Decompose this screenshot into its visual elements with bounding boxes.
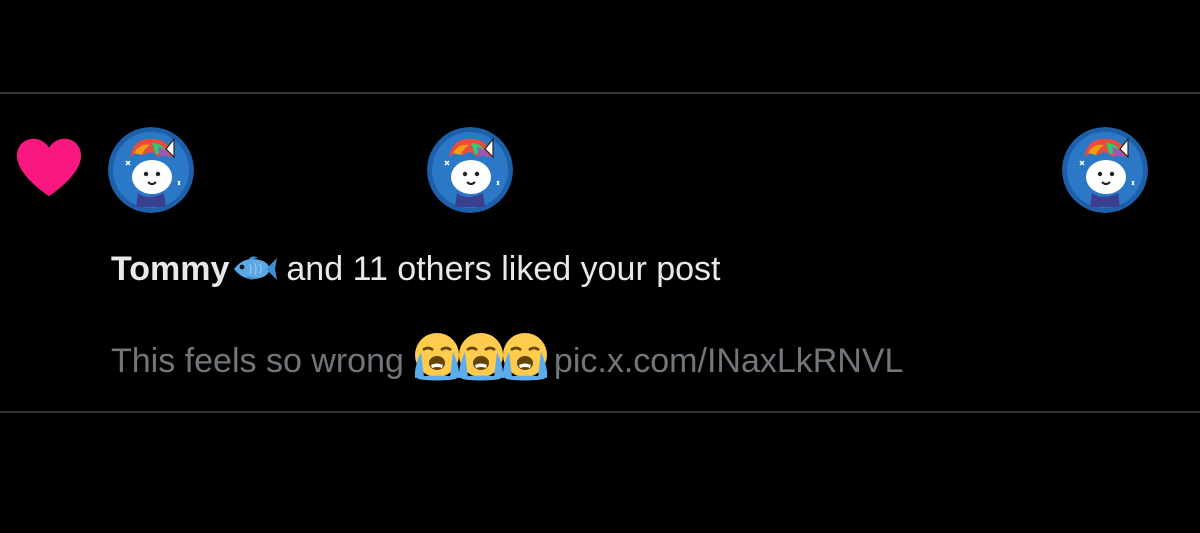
loudly-crying-face-icon <box>502 333 548 381</box>
action-text: and 11 others liked your post <box>286 250 721 288</box>
notification-headline: Tommy and 11 others liked your post <box>111 246 720 292</box>
avatar-image <box>1062 127 1148 213</box>
post-text: This feels so wrong <box>111 342 404 380</box>
post-media-link[interactable]: pic.x.com/INaxLkRNVL <box>554 342 904 380</box>
liker-avatar-3[interactable] <box>1062 127 1148 213</box>
user-name-link[interactable]: Tommy <box>111 250 229 288</box>
liker-avatar-2[interactable] <box>427 127 513 213</box>
avatar-image <box>108 127 194 213</box>
avatar-image <box>427 127 513 213</box>
liker-avatar-1[interactable] <box>108 127 194 213</box>
bottom-divider <box>0 411 1200 413</box>
loudly-crying-face-icon <box>458 333 504 381</box>
heart-icon <box>16 138 82 197</box>
fish-emoji-icon <box>234 256 278 280</box>
post-preview[interactable]: This feels so wrong pic.x.com/INaxLkRNVL <box>111 331 903 393</box>
loudly-crying-face-icon <box>414 333 460 381</box>
crying-emoji-group <box>412 331 548 393</box>
